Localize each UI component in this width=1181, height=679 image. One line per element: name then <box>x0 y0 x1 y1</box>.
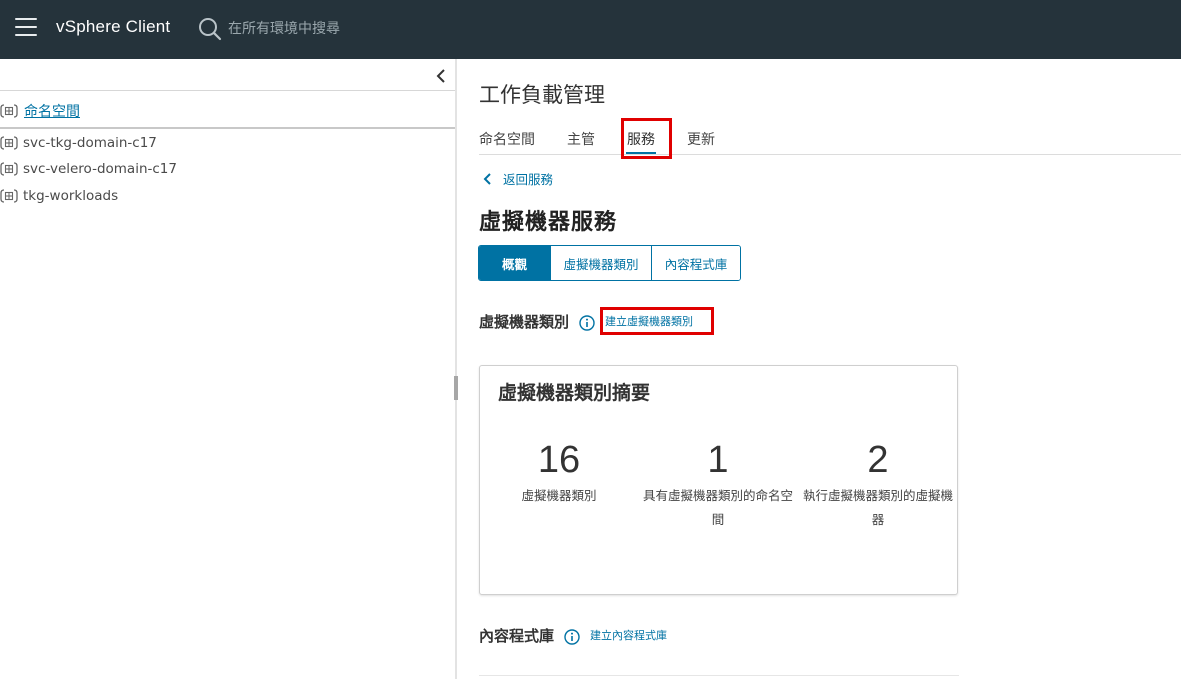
search-input[interactable] <box>228 17 488 41</box>
create-content-library-link[interactable]: 建立內容程式庫 <box>590 627 667 643</box>
inventory-pane: 命名空間 svc-tkg-domain-c17 svc-velero-domai… <box>0 59 455 679</box>
info-icon[interactable] <box>579 314 595 331</box>
divider <box>0 90 455 91</box>
card-title: 虛擬機器類別摘要 <box>498 382 651 404</box>
sidebar-item-svc-velero[interactable]: svc-velero-domain-c17 <box>0 158 177 180</box>
namespaces-root-item[interactable]: 命名空間 <box>0 99 80 123</box>
sidebar-item-label: tkg-workloads <box>23 188 119 204</box>
chevron-left-icon <box>483 172 491 185</box>
view-segment-control: 概觀 虛擬機器類別 內容程式庫 <box>478 245 741 281</box>
stat-value: 2 <box>867 439 889 481</box>
stat-vms-running-classes: 2 執行虛擬機器類別的虛擬機器 <box>803 438 953 532</box>
segment-vm-classes[interactable]: 虛擬機器類別 <box>550 246 651 280</box>
content-libraries-section-header: 內容程式庫 建立內容程式庫 <box>479 623 667 647</box>
main-content: 工作負載管理 命名空間 主管 服務 更新 返回服務 虛擬機器服務 概觀 虛擬機器… <box>457 59 1181 679</box>
menu-icon[interactable] <box>15 18 37 36</box>
vm-class-summary-card: 虛擬機器類別摘要 16 虛擬機器類別 1 具有虛擬機器類別的命名空間 2 執行虛… <box>479 365 958 595</box>
sidebar-item-label: svc-velero-domain-c17 <box>23 161 177 177</box>
highlight-box-create-vm-class <box>600 307 714 335</box>
sidebar-item-label: svc-tkg-domain-c17 <box>23 135 157 151</box>
info-icon[interactable] <box>564 628 580 645</box>
stat-vm-classes: 16 虛擬機器類別 <box>484 438 634 508</box>
app-title[interactable]: vSphere Client <box>56 17 170 37</box>
back-to-services-link[interactable]: 返回服務 <box>481 169 553 188</box>
tab-bar: 命名空間 主管 服務 更新 <box>479 121 747 155</box>
highlight-box-services-tab <box>621 118 672 159</box>
tab-namespaces[interactable]: 命名空間 <box>479 121 535 155</box>
sidebar-item-svc-tkg[interactable]: svc-tkg-domain-c17 <box>0 132 157 154</box>
namespace-icon <box>0 136 18 150</box>
segment-overview[interactable]: 概觀 <box>479 246 550 280</box>
stat-caption: 執行虛擬機器類別的虛擬機器 <box>803 488 954 527</box>
namespaces-root-label[interactable]: 命名空間 <box>24 101 80 121</box>
namespace-icon <box>0 104 18 118</box>
page-title: 工作負載管理 <box>479 83 605 107</box>
stat-value: 16 <box>537 439 581 481</box>
sidebar-item-tkg-workloads[interactable]: tkg-workloads <box>0 185 118 207</box>
segment-content-libraries[interactable]: 內容程式庫 <box>651 246 740 280</box>
section-title: 虛擬機器類別 <box>479 312 570 331</box>
stat-caption: 具有虛擬機器類別的命名空間 <box>643 488 794 527</box>
search-icon <box>199 18 222 41</box>
back-link-label[interactable]: 返回服務 <box>503 169 553 188</box>
divider <box>0 127 455 129</box>
service-title: 虛擬機器服務 <box>479 210 618 235</box>
global-search[interactable] <box>198 15 498 43</box>
stat-namespaces-with-classes: 1 具有虛擬機器類別的命名空間 <box>643 438 793 532</box>
stat-caption: 虛擬機器類別 <box>521 488 597 503</box>
collapse-pane-icon[interactable] <box>433 67 449 85</box>
tab-supervisor[interactable]: 主管 <box>567 121 595 155</box>
namespace-icon <box>0 162 18 176</box>
top-header: vSphere Client <box>0 0 1181 59</box>
divider <box>479 675 959 676</box>
section-title: 內容程式庫 <box>479 626 555 645</box>
tab-updates[interactable]: 更新 <box>687 121 715 155</box>
namespace-icon <box>0 189 18 203</box>
divider <box>479 154 1181 155</box>
stat-value: 1 <box>707 439 729 481</box>
